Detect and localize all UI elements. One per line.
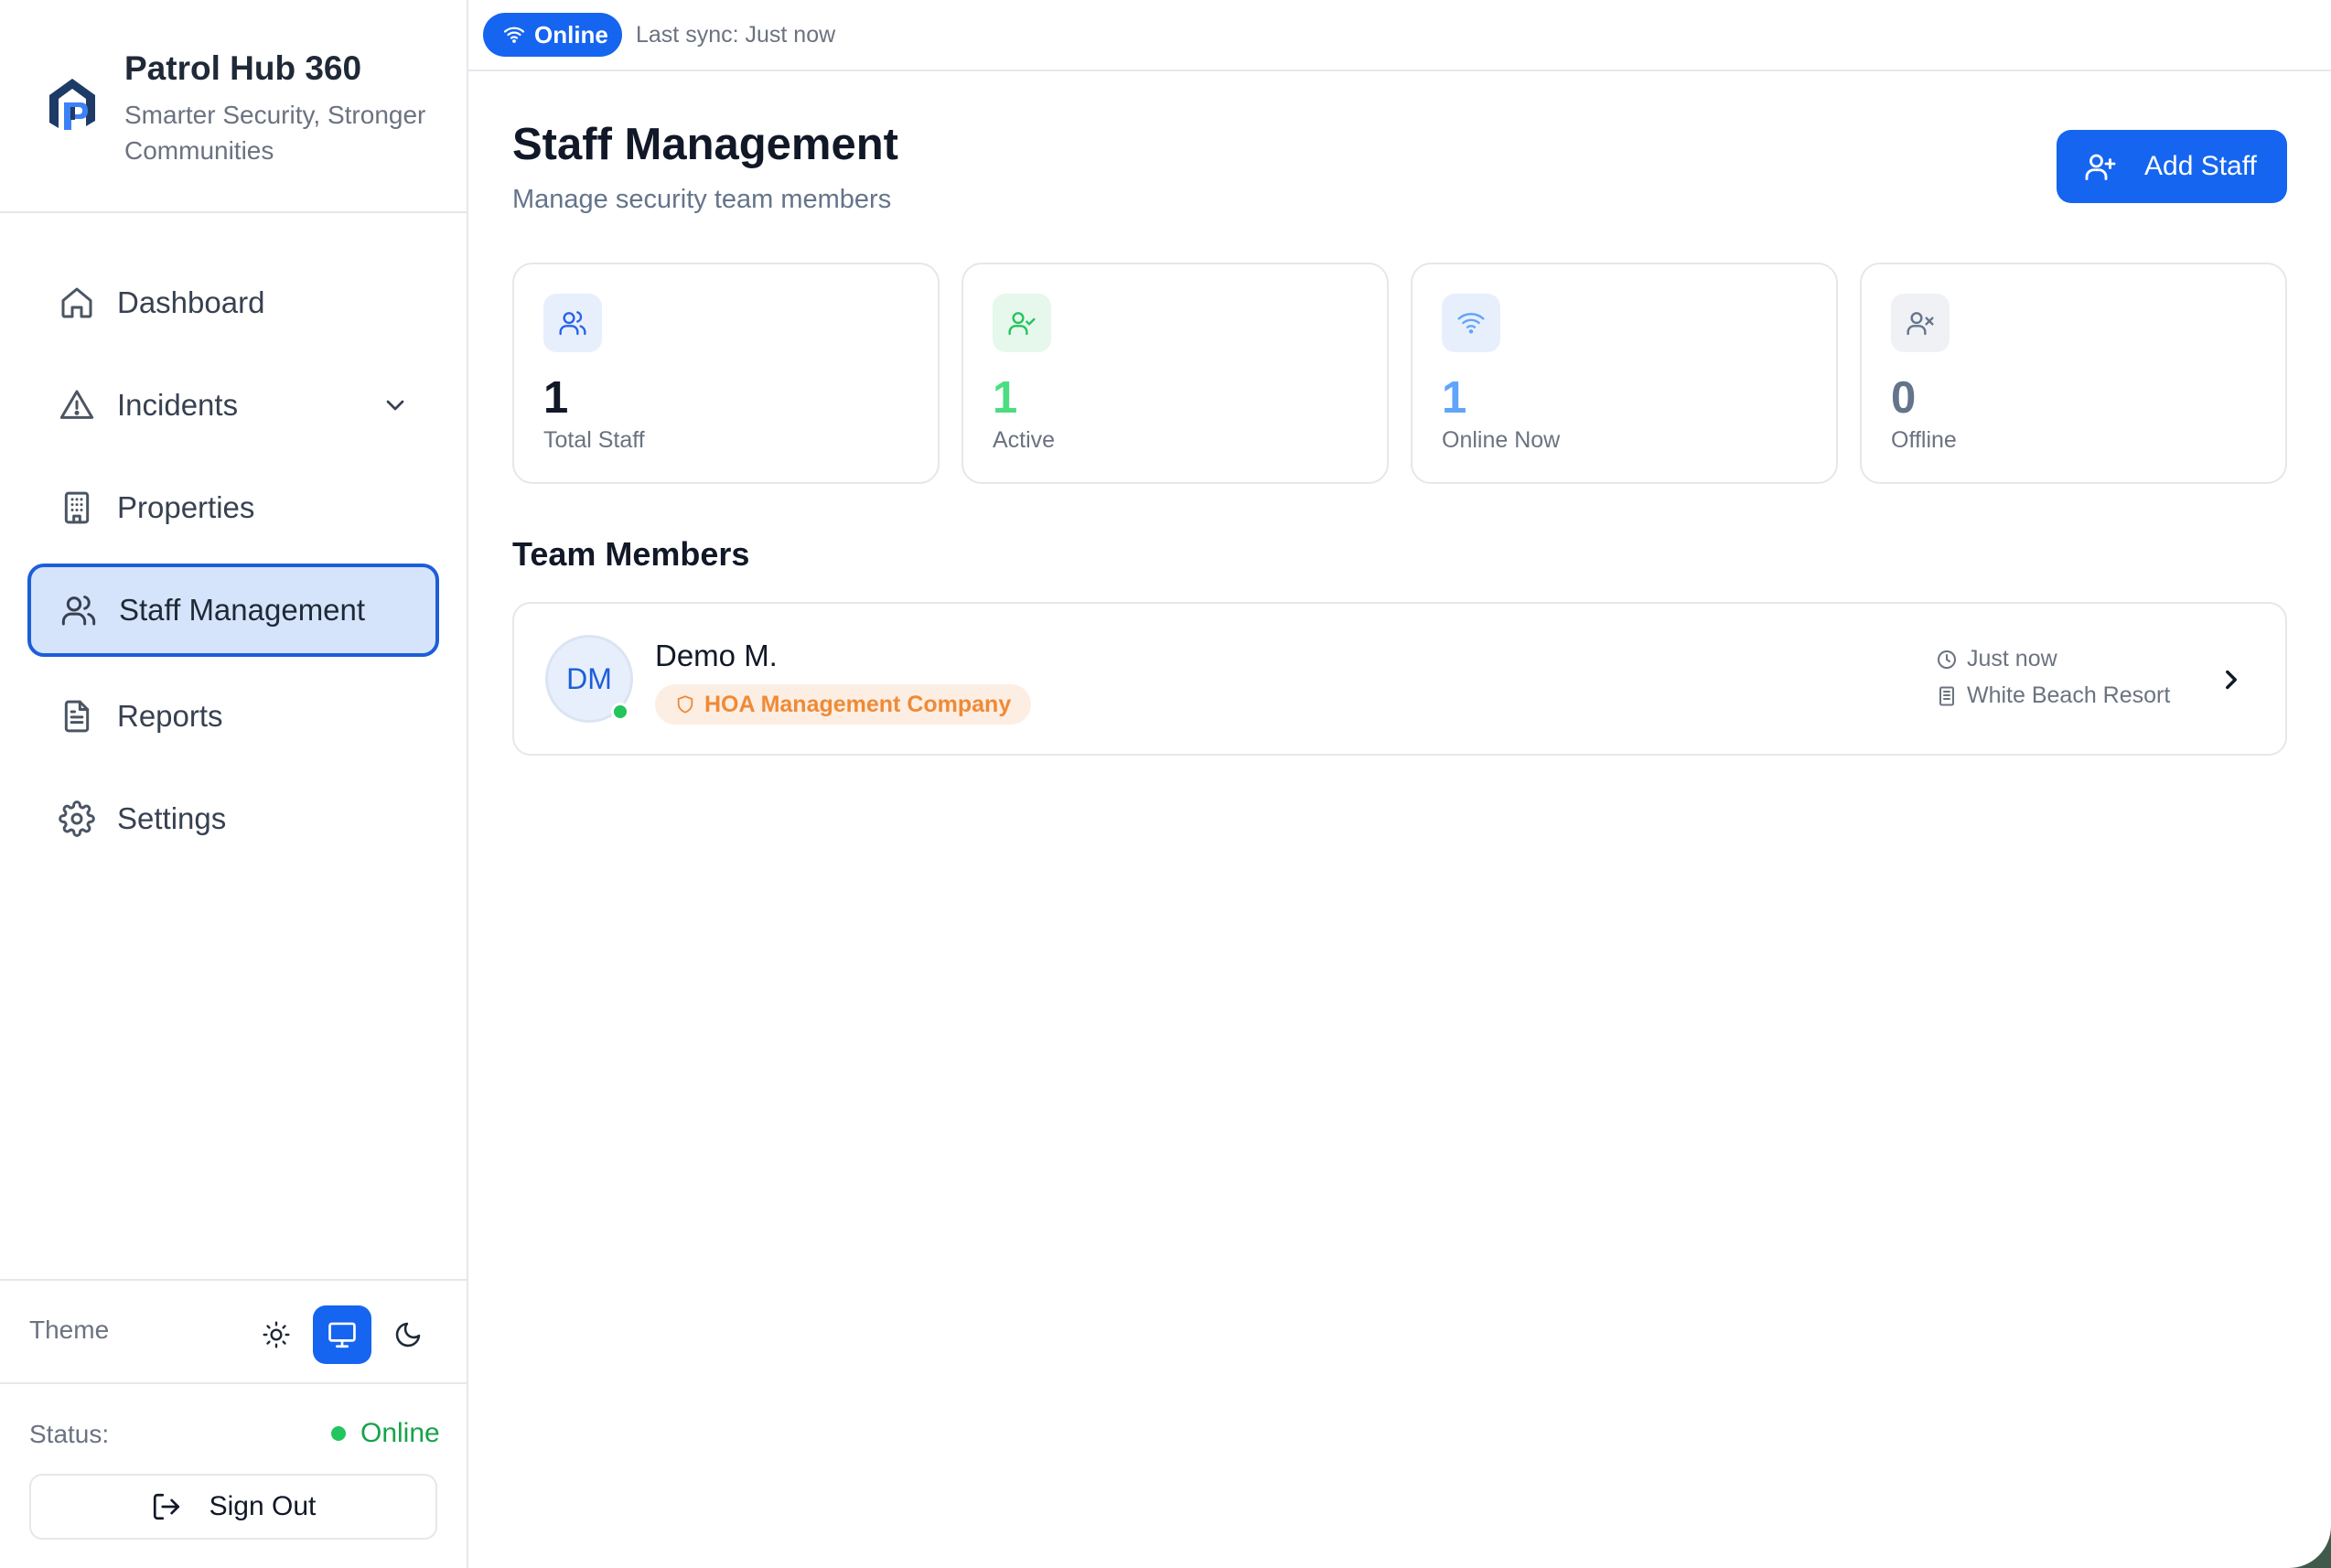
role-label: HOA Management Company	[704, 691, 1012, 717]
building-icon	[1939, 686, 1954, 705]
file-text-icon	[64, 700, 90, 733]
chevron-right-icon[interactable]	[2216, 664, 2247, 695]
page-title: Staff Management	[512, 120, 899, 169]
last-seen: Just now	[1936, 646, 2057, 672]
stat-card-offline: 0 Offline	[1860, 263, 2287, 484]
alert-triangle-icon	[59, 390, 94, 419]
sidebar-item-staff-management[interactable]: Staff Management	[27, 564, 439, 657]
chevron-down-icon[interactable]	[381, 391, 410, 420]
patrol-hub-logo-icon	[49, 79, 95, 130]
status-online-dot	[331, 1426, 346, 1441]
sidebar-item-label: Dashboard	[117, 285, 265, 319]
stat-label: Active	[993, 427, 1056, 453]
team-member-row[interactable]: DM Demo M. HOA Management Company Just n…	[512, 602, 2287, 756]
users-icon	[559, 311, 586, 336]
sidebar-item-properties[interactable]: Properties	[27, 461, 439, 554]
stat-card-online-now: 1 Online Now	[1411, 263, 1838, 484]
brand-header: Patrol Hub 360 Smarter Security, Stronge…	[0, 0, 467, 213]
app-tagline: Smarter Security, Stronger Communities	[124, 101, 426, 165]
sidebar-item-incidents[interactable]: Incidents	[27, 359, 439, 452]
assigned-property: White Beach Resort	[1936, 682, 2170, 709]
connection-status-badge: Online	[483, 13, 622, 57]
sidebar: Patrol Hub 360 Smarter Security, Stronge…	[0, 0, 468, 1568]
users-icon	[61, 596, 96, 626]
building-icon	[64, 491, 90, 524]
sign-out-button[interactable]: Sign Out	[29, 1474, 437, 1540]
theme-system-button[interactable]	[313, 1305, 371, 1364]
user-check-icon	[1008, 312, 1036, 336]
app-title: Patrol Hub 360	[124, 49, 362, 87]
role-badge: HOA Management Company	[655, 684, 1032, 725]
shield-icon	[677, 695, 693, 714]
theme-dark-button[interactable]	[379, 1305, 437, 1364]
home-icon	[61, 287, 92, 318]
theme-light-button[interactable]	[247, 1305, 306, 1364]
sidebar-item-label: Reports	[117, 699, 223, 733]
member-name: Demo M.	[655, 639, 778, 672]
sidebar-item-label: Incidents	[117, 388, 239, 422]
stat-icon-box	[993, 294, 1051, 352]
add-staff-label: Add Staff	[2144, 151, 2257, 181]
sign-out-label: Sign Out	[209, 1491, 317, 1521]
stat-icon-box	[1891, 294, 1950, 352]
connection-status-label: Online	[534, 20, 608, 48]
property-name: White Beach Resort	[1967, 682, 2171, 708]
status-label: Status:	[29, 1420, 110, 1448]
stat-label: Offline	[1891, 427, 1957, 453]
stat-value: 1	[543, 373, 569, 423]
stat-value: 1	[1442, 373, 1467, 423]
app-window: Patrol Hub 360 Smarter Security, Stronge…	[0, 0, 2331, 1568]
top-bar: Online Last sync: Just now	[468, 0, 2331, 71]
stat-label: Total Staff	[543, 427, 645, 453]
theme-switcher: Theme	[0, 1279, 467, 1384]
sidebar-item-dashboard[interactable]: Dashboard	[27, 256, 439, 349]
gear-icon	[59, 800, 95, 837]
monitor-icon	[328, 1322, 356, 1348]
stat-value: 1	[993, 373, 1018, 423]
user-x-icon	[1907, 312, 1934, 336]
sun-icon	[263, 1321, 290, 1348]
team-members-title: Team Members	[512, 535, 750, 573]
log-out-icon	[153, 1493, 179, 1520]
stat-value: 0	[1891, 373, 1917, 423]
theme-label: Theme	[29, 1316, 110, 1344]
sidebar-item-label: Properties	[117, 490, 255, 524]
moon-icon	[395, 1322, 421, 1348]
sidebar-item-settings[interactable]: Settings	[27, 772, 439, 865]
last-seen-text: Just now	[1967, 646, 2057, 671]
online-indicator-dot	[611, 703, 629, 721]
page-subtitle: Manage security team members	[512, 185, 892, 214]
wifi-icon	[503, 27, 525, 43]
stat-icon-box	[1442, 294, 1500, 352]
sidebar-item-reports[interactable]: Reports	[27, 670, 439, 763]
stat-card-total-staff: 1 Total Staff	[512, 263, 940, 484]
last-sync-text: Last sync: Just now	[636, 22, 836, 48]
sidebar-item-label: Staff Management	[119, 593, 366, 627]
clock-icon	[1938, 650, 1956, 669]
status-value: Online	[360, 1418, 440, 1448]
sidebar-item-label: Settings	[117, 801, 227, 835]
stat-label: Online Now	[1442, 427, 1561, 453]
stat-icon-box	[543, 294, 602, 352]
add-staff-button[interactable]: Add Staff	[2057, 130, 2287, 203]
user-plus-icon	[2085, 154, 2116, 180]
stat-card-active: 1 Active	[961, 263, 1389, 484]
wifi-icon	[1457, 313, 1485, 334]
